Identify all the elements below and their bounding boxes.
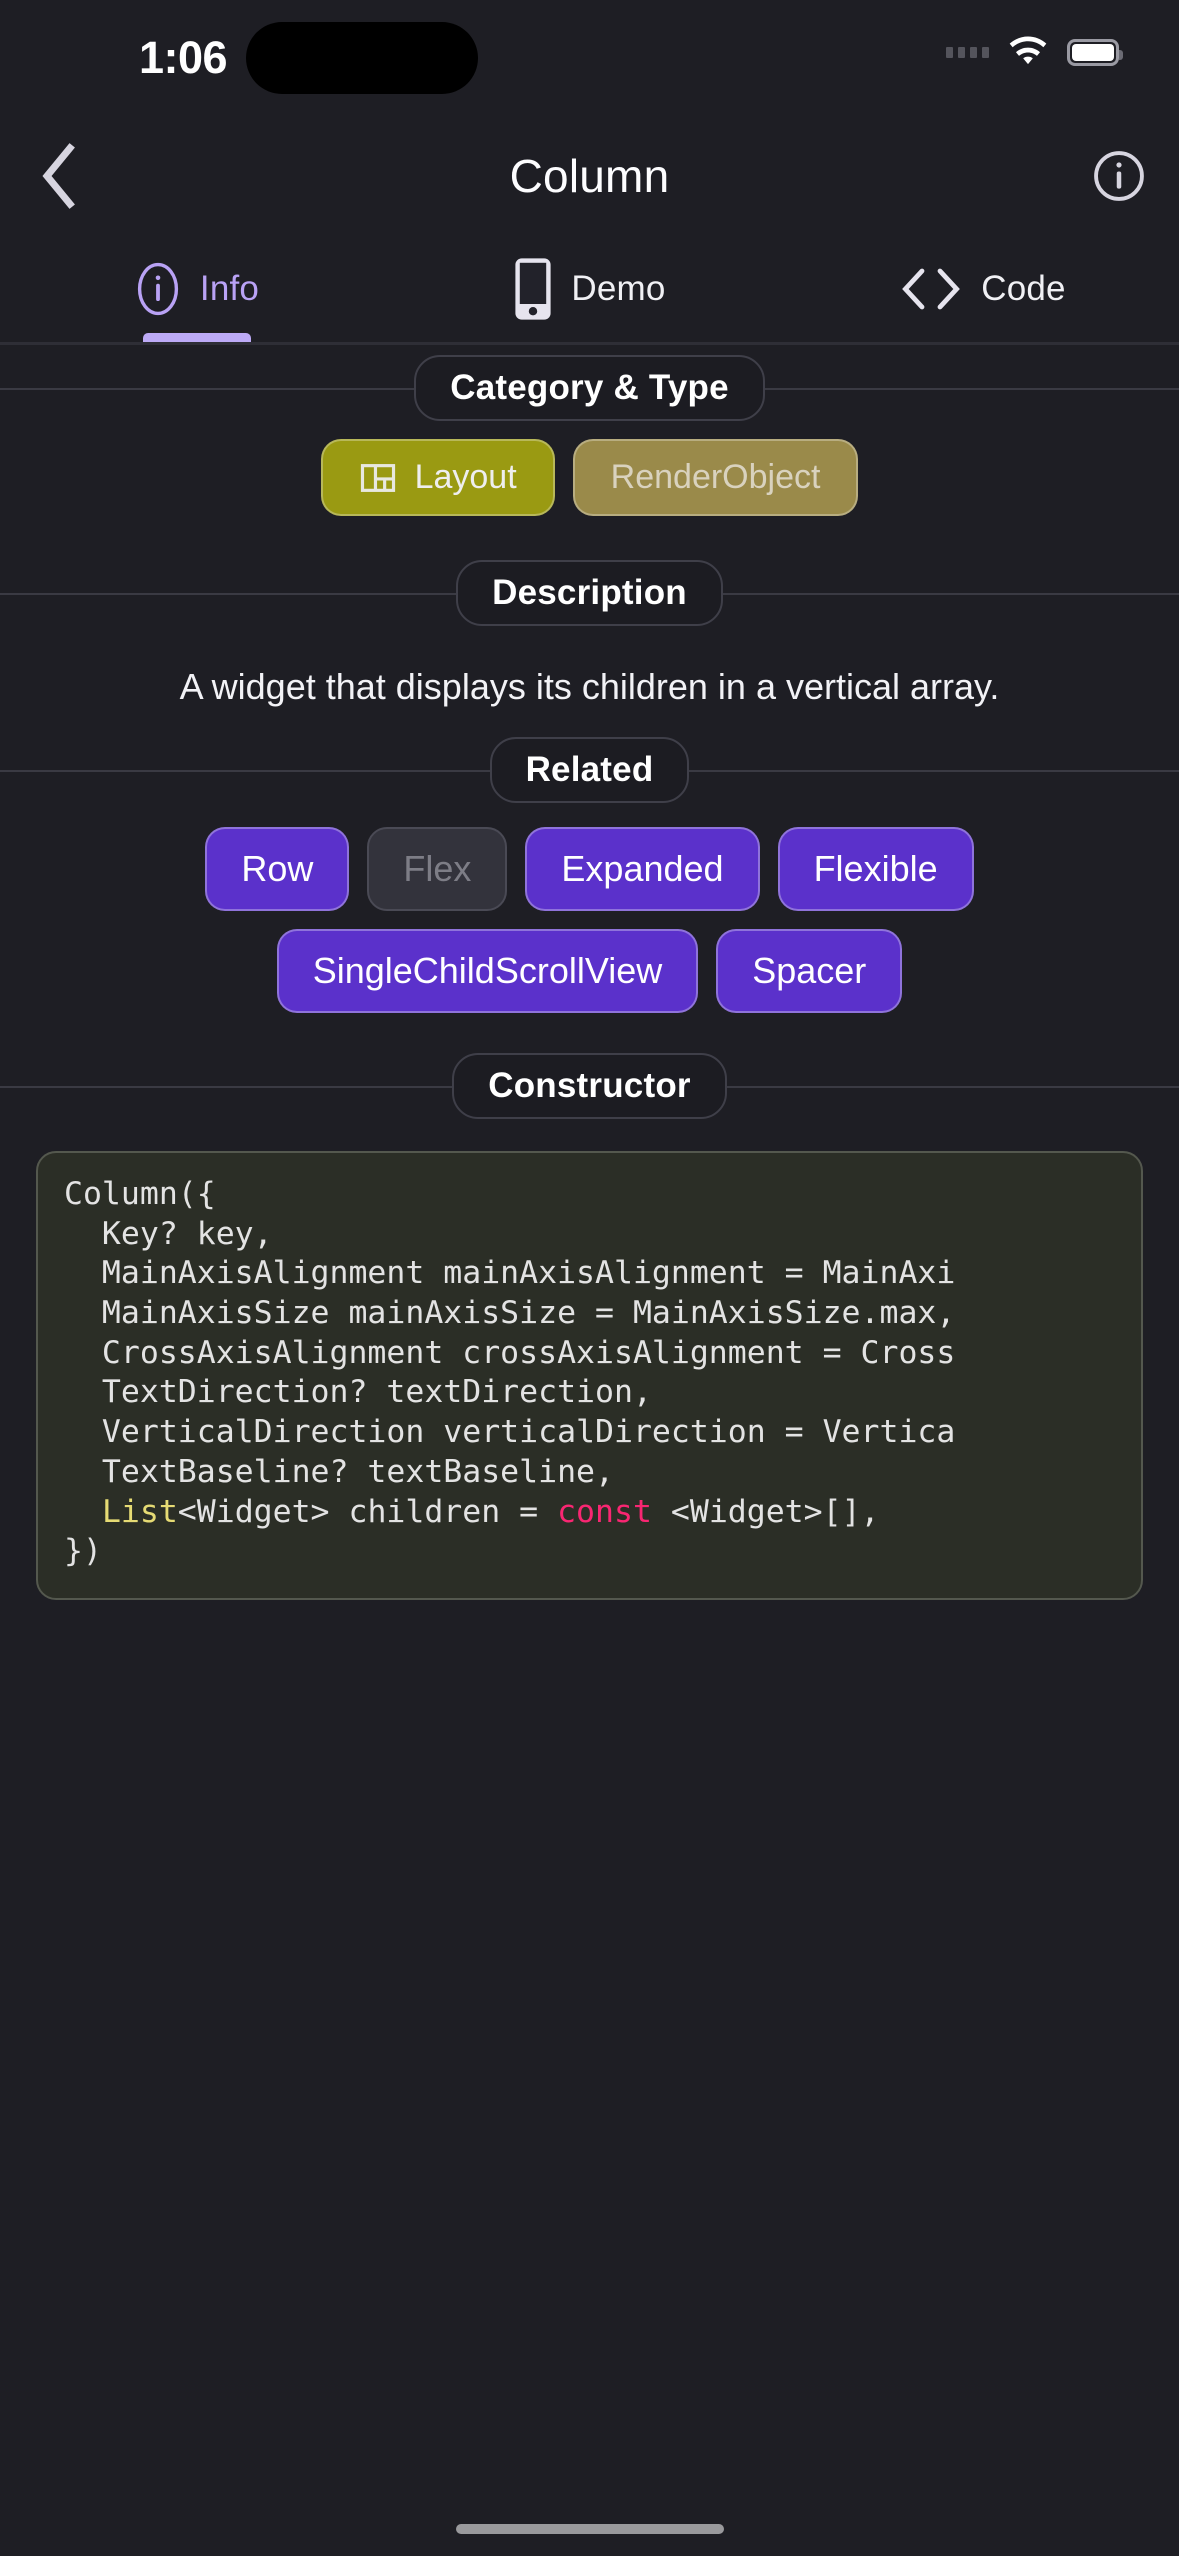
tab-code[interactable]: Code <box>786 232 1179 342</box>
angle-brackets-icon <box>902 268 961 310</box>
section-header-related: Related <box>0 727 1179 813</box>
section-header-description: Description <box>0 550 1179 636</box>
description-text: A widget that displays its children in a… <box>179 666 1000 707</box>
cellular-signal-icon <box>946 46 989 58</box>
category-chip-label: RenderObject <box>610 458 821 496</box>
category-chip-layout[interactable]: Layout <box>320 439 555 516</box>
tab-bar: Info Demo Code <box>0 232 1179 342</box>
section-title: Category & Type <box>414 355 765 421</box>
info-circle-icon <box>1094 151 1144 201</box>
section-header-category-type: Category & Type <box>0 345 1179 431</box>
status-indicators <box>946 36 1123 68</box>
dynamic-island <box>246 22 478 94</box>
related-chip-row: Row Flex Expanded Flexible SingleChildSc… <box>0 827 1179 1013</box>
info-tab-content: Category & Type Layout RenderObject Desc… <box>0 345 1179 2556</box>
status-time: 1:06 <box>138 32 228 83</box>
related-chip-singlechildscrollview[interactable]: SingleChildScrollView <box>276 929 699 1013</box>
category-chip-renderobject[interactable]: RenderObject <box>572 439 859 516</box>
constructor-code-text: Column({ Key? key, MainAxisAlignment mai… <box>64 1176 956 1570</box>
related-chip-flexible[interactable]: Flexible <box>777 827 974 911</box>
section-title: Constructor <box>452 1053 727 1119</box>
section-title: Related <box>489 737 690 803</box>
back-button[interactable] <box>20 137 98 215</box>
home-indicator[interactable] <box>455 2524 724 2534</box>
app-screen: 1:06 Column Info Demo Code Category & Ty… <box>0 0 1179 2556</box>
category-type-chip-row: Layout RenderObject <box>0 439 1179 516</box>
dashboard-layout-icon <box>360 463 395 492</box>
info-button[interactable] <box>1091 148 1147 204</box>
tab-active-indicator <box>142 333 251 342</box>
tab-label: Demo <box>571 269 666 308</box>
constructor-code-block[interactable]: Column({ Key? key, MainAxisAlignment mai… <box>36 1151 1143 1600</box>
section-header-constructor: Constructor <box>0 1043 1179 1129</box>
tab-info[interactable]: Info <box>0 232 393 342</box>
status-bar: 1:06 <box>0 0 1179 120</box>
related-chip-row-widget[interactable]: Row <box>205 827 350 911</box>
mobile-phone-icon <box>515 258 552 320</box>
navigation-bar: Column <box>0 120 1179 232</box>
tab-label: Info <box>199 269 260 308</box>
related-chip-flex[interactable]: Flex <box>367 827 508 911</box>
wifi-icon <box>1009 36 1047 65</box>
section-title: Description <box>456 560 723 626</box>
battery-icon <box>1067 38 1123 66</box>
chevron-left-icon <box>42 143 75 209</box>
tab-demo[interactable]: Demo <box>393 232 786 342</box>
category-chip-label: Layout <box>414 458 517 496</box>
related-chip-spacer[interactable]: Spacer <box>716 929 903 1013</box>
info-circle-icon <box>137 262 179 316</box>
tab-label: Code <box>981 269 1066 308</box>
related-chip-expanded[interactable]: Expanded <box>525 827 760 911</box>
page-title: Column <box>509 150 670 202</box>
